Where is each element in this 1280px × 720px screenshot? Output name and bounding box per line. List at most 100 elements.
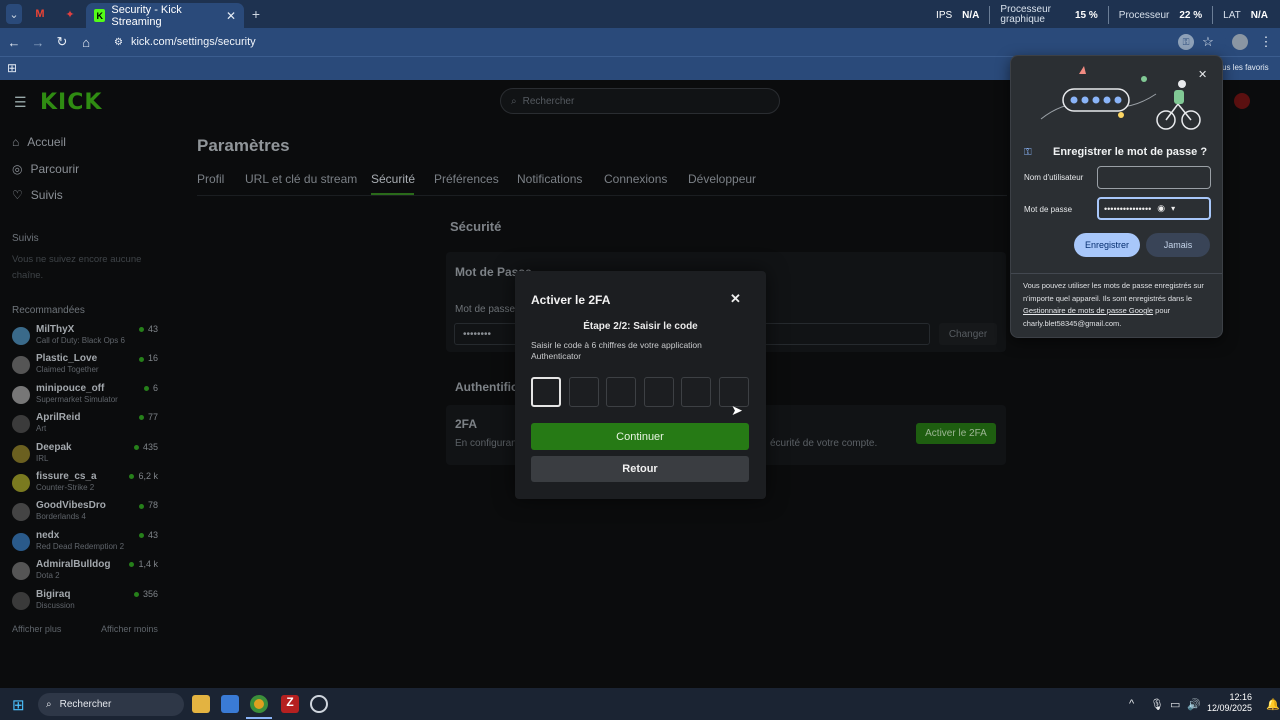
list-item[interactable]: GoodVibesDro Borderlands 4 78: [12, 500, 162, 528]
back-button[interactable]: Retour: [531, 456, 749, 482]
channel-name: minipouce_off: [36, 382, 105, 394]
gmail-tab[interactable]: M: [32, 4, 48, 24]
page-title: Paramètres: [197, 136, 290, 155]
chevron-up-icon[interactable]: ^: [1129, 698, 1134, 710]
modal-description: Saisir le code à 6 chiffres de votre app…: [531, 340, 702, 361]
gpu-value: 15 %: [1074, 9, 1098, 21]
windows-start-icon[interactable]: ⊞: [12, 696, 25, 714]
tab-profile[interactable]: Profil: [197, 172, 224, 186]
username-field[interactable]: [1097, 166, 1211, 189]
volume-icon[interactable]: 🔊: [1187, 698, 1201, 711]
avatar: [12, 327, 30, 345]
ips-label: IPS: [936, 9, 953, 21]
new-tab-button[interactable]: +: [250, 4, 262, 24]
user-avatar[interactable]: [1234, 93, 1250, 109]
live-dot-icon: [143, 385, 149, 391]
all-bookmarks-link[interactable]: us les favoris: [1222, 63, 1269, 72]
code-digit-input[interactable]: [606, 377, 636, 407]
tab-bar: ⌄ M ✦ K Security - Kick Streaming ✕ + IP…: [0, 0, 1280, 28]
back-icon[interactable]: ←: [6, 34, 22, 50]
list-item[interactable]: minipouce_off Supermarket Simulator 6: [12, 383, 162, 411]
forward-icon[interactable]: →: [30, 34, 46, 50]
sidebar-item-browse[interactable]: ◎ Parcourir: [12, 162, 79, 176]
tab-preferences[interactable]: Préférences: [434, 172, 499, 186]
list-item[interactable]: AprilReid Art 77: [12, 412, 162, 440]
save-password-button[interactable]: Enregistrer: [1074, 233, 1140, 257]
file-explorer-icon[interactable]: [192, 695, 210, 713]
home-icon[interactable]: ⌂: [78, 34, 94, 50]
password-field[interactable]: ••••••••••••••• ◉ ▾: [1097, 197, 1211, 220]
channel-game: Dota 2: [36, 571, 60, 581]
continue-button[interactable]: Continuer: [531, 423, 749, 450]
clock[interactable]: 12:16 12/09/2025: [1207, 692, 1252, 714]
list-item[interactable]: MilThyX Call of Duty: Black Ops 6 43: [12, 324, 162, 352]
notification-bell-icon[interactable]: 🔔: [1266, 698, 1280, 711]
live-dot-icon: [138, 327, 144, 333]
menu-icon[interactable]: ☰: [14, 94, 28, 111]
tab-connections[interactable]: Connexions: [604, 172, 667, 186]
channel-name: fissure_cs_a: [36, 471, 97, 482]
sidebar-item-following[interactable]: ♡ Suivis: [12, 188, 63, 202]
chevron-down-icon[interactable]: ▾: [1171, 204, 1175, 213]
network-icon[interactable]: ▭: [1170, 698, 1180, 711]
menu-dots-icon[interactable]: ⋮: [1258, 34, 1274, 50]
kick-logo[interactable]: KICK: [40, 90, 102, 115]
reload-icon[interactable]: ↻: [54, 34, 70, 50]
tab-search-button[interactable]: ⌄: [6, 4, 22, 24]
sidebar-item-home[interactable]: ⌂ Accueil: [12, 135, 66, 149]
viewer-count: 77: [138, 412, 158, 422]
tab-security[interactable]: Sécurité: [371, 172, 415, 186]
avatar: [12, 562, 30, 581]
app-icon[interactable]: [310, 695, 328, 713]
home-icon: ⌂: [12, 135, 20, 149]
viewer-count: 435: [133, 442, 158, 452]
site-info-icon[interactable]: ⚙: [114, 37, 123, 48]
list-item[interactable]: Deepak IRL 435: [12, 442, 162, 470]
show-less-link[interactable]: Afficher moins: [101, 624, 158, 634]
url-bar[interactable]: ⚙ kick.com/settings/security: [106, 31, 1226, 53]
enable-2fa-button[interactable]: Activer le 2FA: [916, 423, 996, 444]
tab-active[interactable]: K Security - Kick Streaming ✕: [86, 3, 244, 28]
profile-avatar[interactable]: [1232, 34, 1248, 50]
search-input[interactable]: ⌕ Rechercher: [500, 88, 780, 114]
live-dot-icon: [138, 415, 144, 421]
eye-icon[interactable]: ◉: [1157, 203, 1165, 214]
password-key-icon[interactable]: ⚿: [1178, 34, 1194, 50]
close-icon[interactable]: ✕: [730, 291, 741, 307]
list-item[interactable]: Plastic_Love Claimed Together 16: [12, 353, 162, 381]
store-icon[interactable]: [221, 695, 239, 713]
code-digit-input[interactable]: [531, 377, 561, 407]
list-item[interactable]: fissure_cs_a Counter-Strike 2 6,2 k: [12, 471, 162, 499]
taskbar-search[interactable]: ⌕ Rechercher: [38, 693, 184, 716]
modal-step: Étape 2/2: Saisir le code: [583, 321, 698, 332]
list-item[interactable]: AdmiralBulldog Dota 2 1,4 k: [12, 559, 162, 587]
live-dot-icon: [129, 562, 135, 568]
list-item[interactable]: Bigiraq Discussion 356: [12, 589, 162, 617]
channel-game: Claimed Together: [36, 365, 99, 375]
list-item[interactable]: nedx Red Dead Redemption 2 43: [12, 530, 162, 558]
never-button[interactable]: Jamais: [1146, 233, 1210, 257]
code-digit-input[interactable]: [681, 377, 711, 407]
tab-stream-key[interactable]: URL et clé du stream: [245, 172, 357, 186]
tab-developer[interactable]: Développeur: [688, 172, 756, 186]
bookmark-star-icon[interactable]: ☆: [1200, 34, 1216, 50]
close-icon[interactable]: ✕: [226, 9, 236, 23]
following-heading: Suivis: [12, 233, 39, 244]
code-digit-input[interactable]: [644, 377, 674, 407]
code-digit-input[interactable]: [569, 377, 599, 407]
apps-grid-icon[interactable]: ⊞: [7, 61, 17, 75]
avatar: [12, 591, 30, 610]
password-manager-link[interactable]: Gestionnaire de mots de passe Google: [1023, 306, 1153, 315]
cpu-value: 22 %: [1179, 9, 1203, 21]
microphone-icon[interactable]: 🎙: [1150, 698, 1164, 711]
chrome-icon[interactable]: [250, 695, 268, 713]
tab-notifications[interactable]: Notifications: [517, 172, 582, 186]
change-password-button[interactable]: Changer: [939, 323, 997, 345]
close-icon[interactable]: ✕: [1198, 68, 1207, 81]
search-icon: ⌕: [511, 95, 517, 107]
filezilla-icon[interactable]: Z: [281, 695, 299, 713]
channel-name: GoodVibesDro: [36, 500, 106, 512]
show-more-link[interactable]: Afficher plus: [12, 624, 61, 634]
viewer-count: 1,4 k: [129, 559, 158, 569]
pinned-tab[interactable]: ✦: [62, 4, 78, 24]
